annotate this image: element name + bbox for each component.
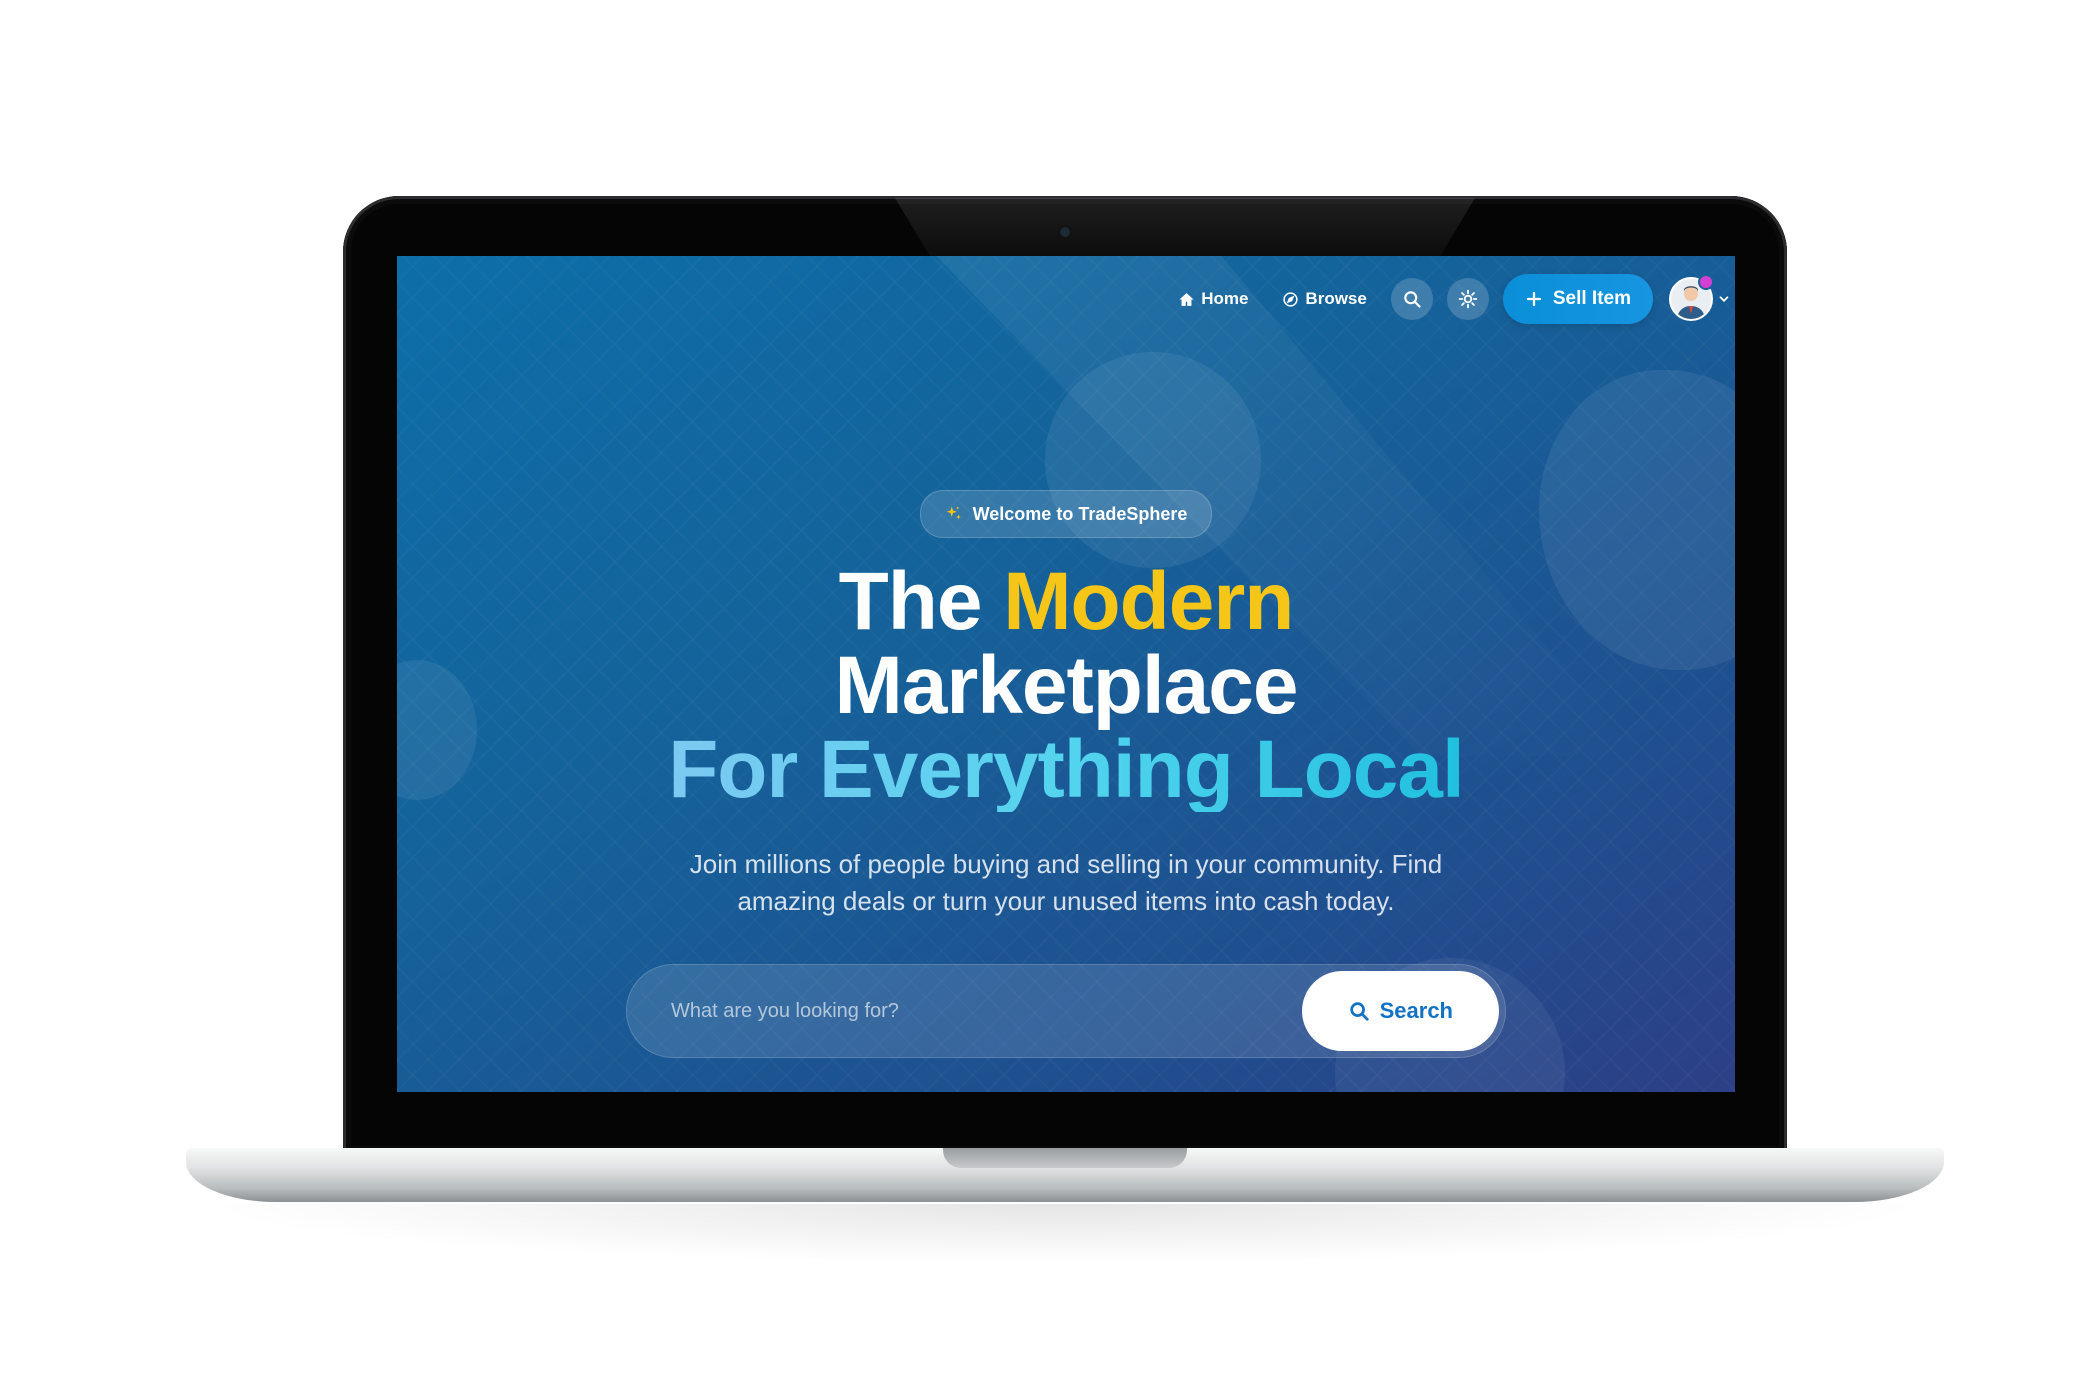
- theme-toggle-button[interactable]: [1446, 278, 1489, 320]
- nav-home[interactable]: Home: [1168, 289, 1258, 309]
- title-line-3: For Everything Local: [668, 724, 1465, 815]
- search-icon: [1349, 1002, 1369, 1021]
- search-toggle-button[interactable]: [1390, 278, 1433, 320]
- search-icon: [1404, 291, 1421, 308]
- top-nav: Home Browse Sell Item: [1168, 274, 1735, 324]
- title-word-modern: Modern: [1003, 556, 1294, 647]
- sell-item-label: Sell Item: [1552, 288, 1631, 309]
- hero-section: Welcome to TradeSphere The Modern Market…: [397, 490, 1735, 1058]
- laptop-mockup: Home Browse Sell Item Welcome to TradeSp…: [0, 0, 2100, 1400]
- search-button-label: Search: [1379, 998, 1453, 1023]
- welcome-badge-label: Welcome to TradeSphere: [972, 503, 1188, 524]
- welcome-badge: Welcome to TradeSphere: [919, 490, 1213, 538]
- lid-glare: [895, 198, 1475, 256]
- user-menu[interactable]: [1669, 274, 1731, 321]
- search-button[interactable]: Search: [1301, 971, 1499, 1051]
- hero-title: The Modern Marketplace For Everything Lo…: [668, 560, 1465, 815]
- chevron-down-icon: [1719, 296, 1729, 302]
- laptop-shadow: [200, 1204, 1930, 1264]
- sun-icon: [1458, 289, 1478, 309]
- hero-subtitle: Join millions of people buying and selli…: [689, 849, 1443, 916]
- search-bar: Search: [626, 964, 1506, 1058]
- laptop-notch: [943, 1148, 1187, 1168]
- title-line-1: The Modern: [668, 560, 1464, 644]
- website-screen: Home Browse Sell Item Welcome to TradeSp…: [397, 256, 1735, 1092]
- nav-home-label: Home: [1201, 289, 1249, 308]
- title-line-2: Marketplace: [834, 640, 1298, 731]
- avatar-container: [1669, 274, 1714, 321]
- search-input[interactable]: [669, 998, 1302, 1024]
- notification-dot: [1698, 274, 1714, 290]
- compass-icon: [1283, 291, 1299, 307]
- title-word-the: The: [838, 556, 983, 647]
- sparkle-icon: [946, 506, 961, 520]
- webcam: [1060, 227, 1070, 237]
- home-icon: [1179, 292, 1194, 306]
- nav-browse-label: Browse: [1305, 289, 1367, 308]
- sell-item-button[interactable]: Sell Item: [1502, 274, 1653, 324]
- plus-icon: [1526, 291, 1541, 307]
- nav-browse[interactable]: Browse: [1272, 289, 1376, 309]
